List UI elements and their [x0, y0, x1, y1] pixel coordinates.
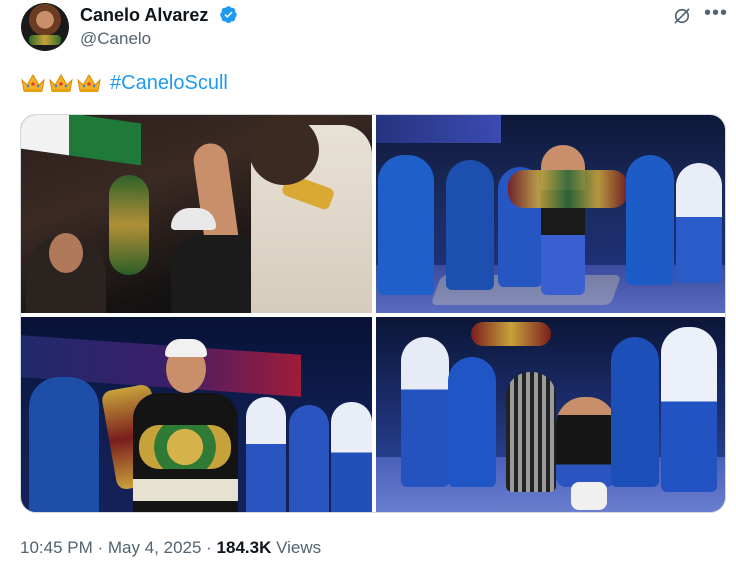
meta-separator: · [201, 538, 217, 557]
crowd-face [49, 233, 83, 273]
photo-1[interactable] [21, 115, 372, 313]
team-member [289, 405, 329, 512]
tweet-meta: 10:45 PM · May 4, 2025 · 184.3K Views [20, 537, 321, 559]
green-belt [109, 175, 149, 275]
canelo-cap [165, 339, 207, 357]
team-member [626, 155, 674, 285]
verified-badge-icon [220, 6, 237, 24]
crown-emoji-icon [21, 74, 45, 92]
author-name[interactable]: Canelo Alvarez [80, 4, 208, 26]
wbc-belt [139, 425, 231, 469]
belts [471, 322, 551, 346]
photo-4[interactable] [376, 317, 725, 512]
white-towel [571, 482, 607, 510]
belts [508, 170, 628, 208]
crown-emoji-icon [77, 74, 101, 92]
team-member [401, 337, 449, 487]
photo-3[interactable] [21, 317, 372, 512]
canelo-kneeling [556, 397, 616, 487]
white-cap [171, 208, 216, 230]
referee [506, 372, 556, 492]
team-member [448, 357, 496, 487]
dark-face [249, 115, 319, 185]
views-count: 184.3K [216, 538, 272, 557]
boxer-center [541, 145, 585, 295]
tweet-date[interactable]: May 4, 2025 [108, 538, 202, 557]
avatar[interactable] [21, 3, 69, 51]
grok-icon[interactable] [672, 6, 692, 26]
meta-separator: · [92, 538, 108, 557]
arena-banner [376, 115, 501, 143]
canelo-waistband [133, 479, 238, 501]
crown-emoji-icon [49, 74, 73, 92]
photo-2[interactable] [376, 115, 725, 313]
team-member [676, 163, 722, 283]
team-member [378, 155, 434, 295]
team-member [331, 402, 372, 512]
team-member [446, 160, 494, 290]
mexican-flag [21, 115, 141, 166]
team-member [29, 377, 99, 512]
avatar-belt [29, 35, 61, 45]
team-member [661, 327, 717, 492]
team-member [611, 337, 659, 487]
hashtag-link[interactable]: #CaneloScull [110, 70, 228, 96]
author-handle[interactable]: @Canelo [80, 28, 151, 50]
tweet-time[interactable]: 10:45 PM [20, 538, 93, 557]
tweet-text: #CaneloScull [20, 70, 228, 96]
views-label: Views [271, 538, 322, 557]
media-grid [20, 114, 726, 513]
more-options-button[interactable]: ••• [704, 2, 728, 25]
team-member [246, 397, 286, 512]
